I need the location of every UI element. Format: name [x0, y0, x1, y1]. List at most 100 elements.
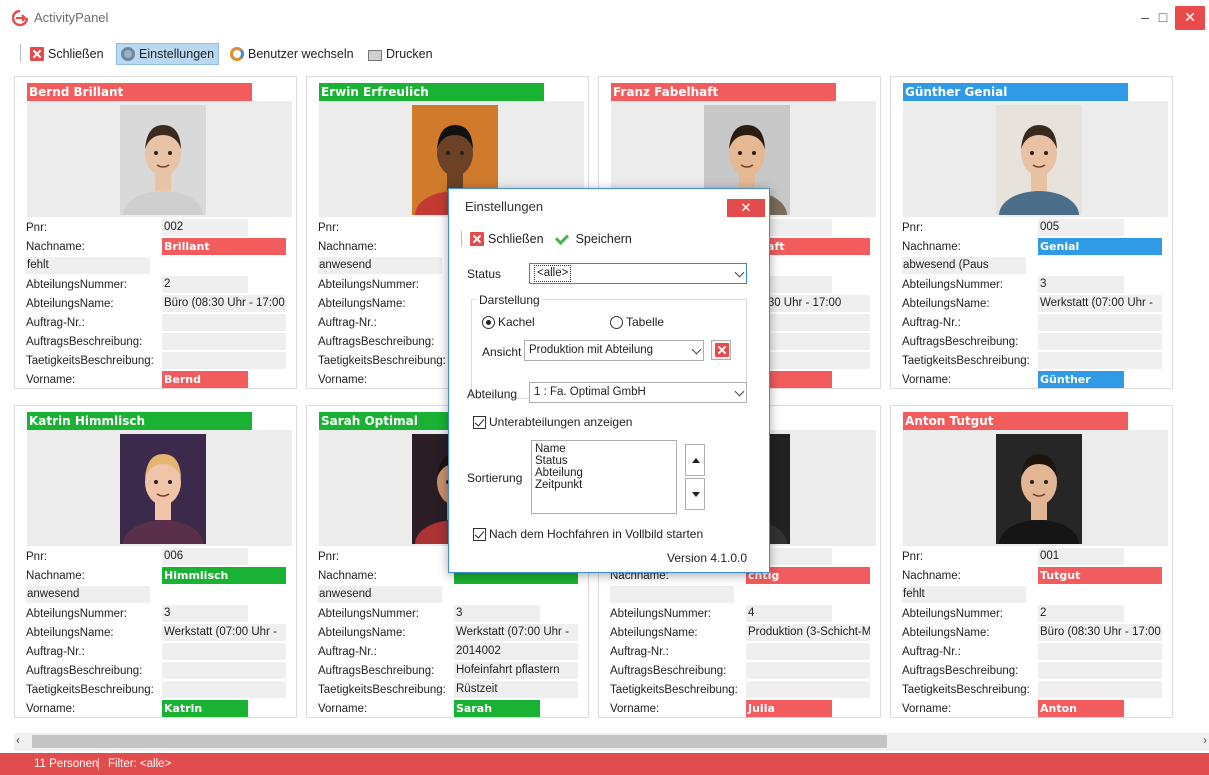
abt-nr-label: AbteilungsNummer:	[26, 608, 127, 620]
person-fields: Pnr: 001 Nachname: Tutgut fehlt AbteilungsNum…	[902, 548, 1172, 719]
nachname-label: Nachname:	[318, 241, 377, 253]
checkbox-checked-icon	[473, 415, 486, 429]
sort-item[interactable]: Zeitpunkt	[535, 479, 673, 491]
scroll-thumb[interactable]	[32, 735, 887, 748]
taetigkeit-value	[746, 681, 870, 698]
unterabteilungen-checkbox[interactable]: Unterabteilungen anzeigen	[473, 415, 632, 429]
status-value: abwesend (Paus	[902, 257, 1026, 274]
abt-nr-label: AbteilungsNummer:	[318, 279, 419, 291]
abt-name-value: Werkstatt (07:00 Uhr -	[1038, 295, 1162, 312]
person-tile[interactable]: Bernd Brillant Pnr: 002 Nachname: Brillant fe…	[14, 76, 297, 389]
field-row: TaetigkeitsBeschreibung:	[610, 681, 880, 700]
auftrag-beschr-label: AuftragsBeschreibung:	[318, 336, 435, 348]
auftrag-beschr-label: AuftragsBeschreibung:	[26, 665, 143, 677]
sort-item[interactable]: Status	[535, 455, 673, 467]
window-close-button[interactable]: ✕	[1175, 6, 1205, 30]
chevron-down-icon	[734, 267, 745, 278]
person-name-header: Katrin Himmlisch	[27, 412, 252, 430]
abt-nr-value: 2	[1038, 605, 1124, 622]
abteilung-select[interactable]: 1 : Fa. Optimal GmbH	[529, 382, 747, 403]
print-button-label: Drucken	[386, 47, 433, 61]
radio-kachel[interactable]: Kachel	[482, 315, 535, 329]
status-value	[610, 586, 734, 603]
nachname-label: Nachname:	[26, 241, 85, 253]
nachname-label: Nachname:	[26, 570, 85, 582]
dialog-close-button[interactable]: ✕	[727, 199, 765, 217]
field-row: Vorname: Katrin	[26, 700, 296, 719]
dialog-close-label[interactable]: Schließen	[488, 232, 544, 246]
vorname-label: Vorname:	[902, 703, 952, 715]
auftrag-beschr-label: AuftragsBeschreibung:	[902, 665, 1019, 677]
horizontal-scrollbar[interactable]: ‹ ›	[14, 733, 1209, 751]
sort-listbox[interactable]: Name Status Abteilung Zeitpunkt	[531, 440, 677, 514]
field-row: AbteilungsName: Werkstatt (07:00 Uhr -	[318, 624, 588, 643]
vorname-label: Vorname:	[26, 703, 76, 715]
close-button[interactable]: Schließen	[26, 43, 108, 65]
pnr-label: Pnr:	[318, 222, 340, 234]
print-button[interactable]: Drucken	[364, 43, 437, 65]
switch-user-button[interactable]: Benutzer wechseln	[226, 43, 358, 65]
dialog-toolbar-separator	[461, 231, 462, 247]
taetigkeit-label: TaetigkeitsBeschreibung:	[902, 355, 1030, 367]
sort-item[interactable]: Abteilung	[535, 467, 673, 479]
move-up-button[interactable]	[685, 444, 705, 476]
scroll-right-icon[interactable]: ›	[1203, 733, 1207, 747]
person-name-header: Anton Tutgut	[903, 412, 1128, 430]
taetigkeit-label: TaetigkeitsBeschreibung:	[26, 355, 154, 367]
ansicht-select[interactable]: Produktion mit Abteilung	[524, 340, 704, 361]
abt-name-value: Produktion (3-Schicht-M	[746, 624, 870, 641]
settings-button[interactable]: Einstellungen	[116, 43, 220, 65]
field-row: AuftragsBeschreibung:	[902, 333, 1172, 352]
darstellung-label: Darstellung	[477, 293, 542, 307]
maximize-button[interactable]: □	[1148, 6, 1178, 30]
person-tile[interactable]: Anton Tutgut Pnr: 001 Nachname: Tutgut fehlt A…	[890, 405, 1173, 718]
auftrag-beschr-label: AuftragsBeschreibung:	[26, 336, 143, 348]
vollbild-checkbox[interactable]: Nach dem Hochfahren in Vollbild starten	[473, 527, 703, 541]
radio-tabelle[interactable]: Tabelle	[610, 315, 664, 329]
vorname-label: Vorname:	[318, 374, 368, 386]
person-name-header: Erwin Erfreulich	[319, 83, 544, 101]
field-row: Nachname: Himmlisch	[26, 567, 296, 586]
field-row: AbteilungsNummer: 3	[26, 605, 296, 624]
radio-kachel-label: Kachel	[498, 315, 535, 329]
abt-name-label: AbteilungsName:	[902, 298, 990, 310]
taetigkeit-value	[162, 352, 286, 369]
vorname-value: Sarah	[454, 700, 540, 717]
field-row: AbteilungsNummer: 2	[902, 605, 1172, 624]
gear-icon	[121, 47, 135, 61]
pnr-value: 005	[1038, 219, 1124, 236]
pnr-label: Pnr:	[902, 222, 924, 234]
field-row: TaetigkeitsBeschreibung: Rüstzeit	[318, 681, 588, 700]
status-select[interactable]: <alle>	[529, 263, 747, 284]
move-down-button[interactable]	[685, 478, 705, 510]
person-fields: Pnr: 005 Nachname: Genial abwesend (Paus Abte…	[902, 219, 1172, 390]
dialog-toolbar: Schließen Speichern	[461, 229, 632, 249]
sort-item[interactable]: Name	[535, 443, 673, 455]
vorname-label: Vorname:	[902, 374, 952, 386]
field-row: Vorname: Günther	[902, 371, 1172, 390]
person-name-header: Günther Genial	[903, 83, 1128, 101]
auftrag-value	[162, 643, 286, 660]
field-row: Auftrag-Nr.: 2014002	[318, 643, 588, 662]
field-row: Vorname: Anton	[902, 700, 1172, 719]
auftrag-beschr-value	[1038, 662, 1162, 679]
pnr-value: 006	[162, 548, 248, 565]
scroll-left-icon[interactable]: ‹	[16, 733, 20, 747]
person-tile[interactable]: Katrin Himmlisch Pnr: 006 Nachname: Himmlisc…	[14, 405, 297, 718]
field-row: Pnr: 006	[26, 548, 296, 567]
abt-name-label: AbteilungsName:	[902, 627, 990, 639]
delete-icon	[715, 343, 729, 357]
checkmark-icon	[554, 230, 569, 245]
field-row: Vorname: Julia	[610, 700, 880, 719]
portrait-image	[996, 105, 1082, 215]
taetigkeit-label: TaetigkeitsBeschreibung:	[610, 684, 738, 696]
abt-nr-label: AbteilungsNummer:	[610, 608, 711, 620]
portrait-image	[120, 434, 206, 544]
person-photo	[996, 105, 1082, 215]
dialog-save-button[interactable]: Speichern	[576, 232, 632, 246]
taetigkeit-value	[162, 681, 286, 698]
chevron-down-icon	[691, 344, 702, 355]
status-separator	[98, 758, 99, 770]
delete-view-button[interactable]	[711, 340, 731, 360]
person-tile[interactable]: Günther Genial Pnr: 005 Nachname: Genial abwe…	[890, 76, 1173, 389]
